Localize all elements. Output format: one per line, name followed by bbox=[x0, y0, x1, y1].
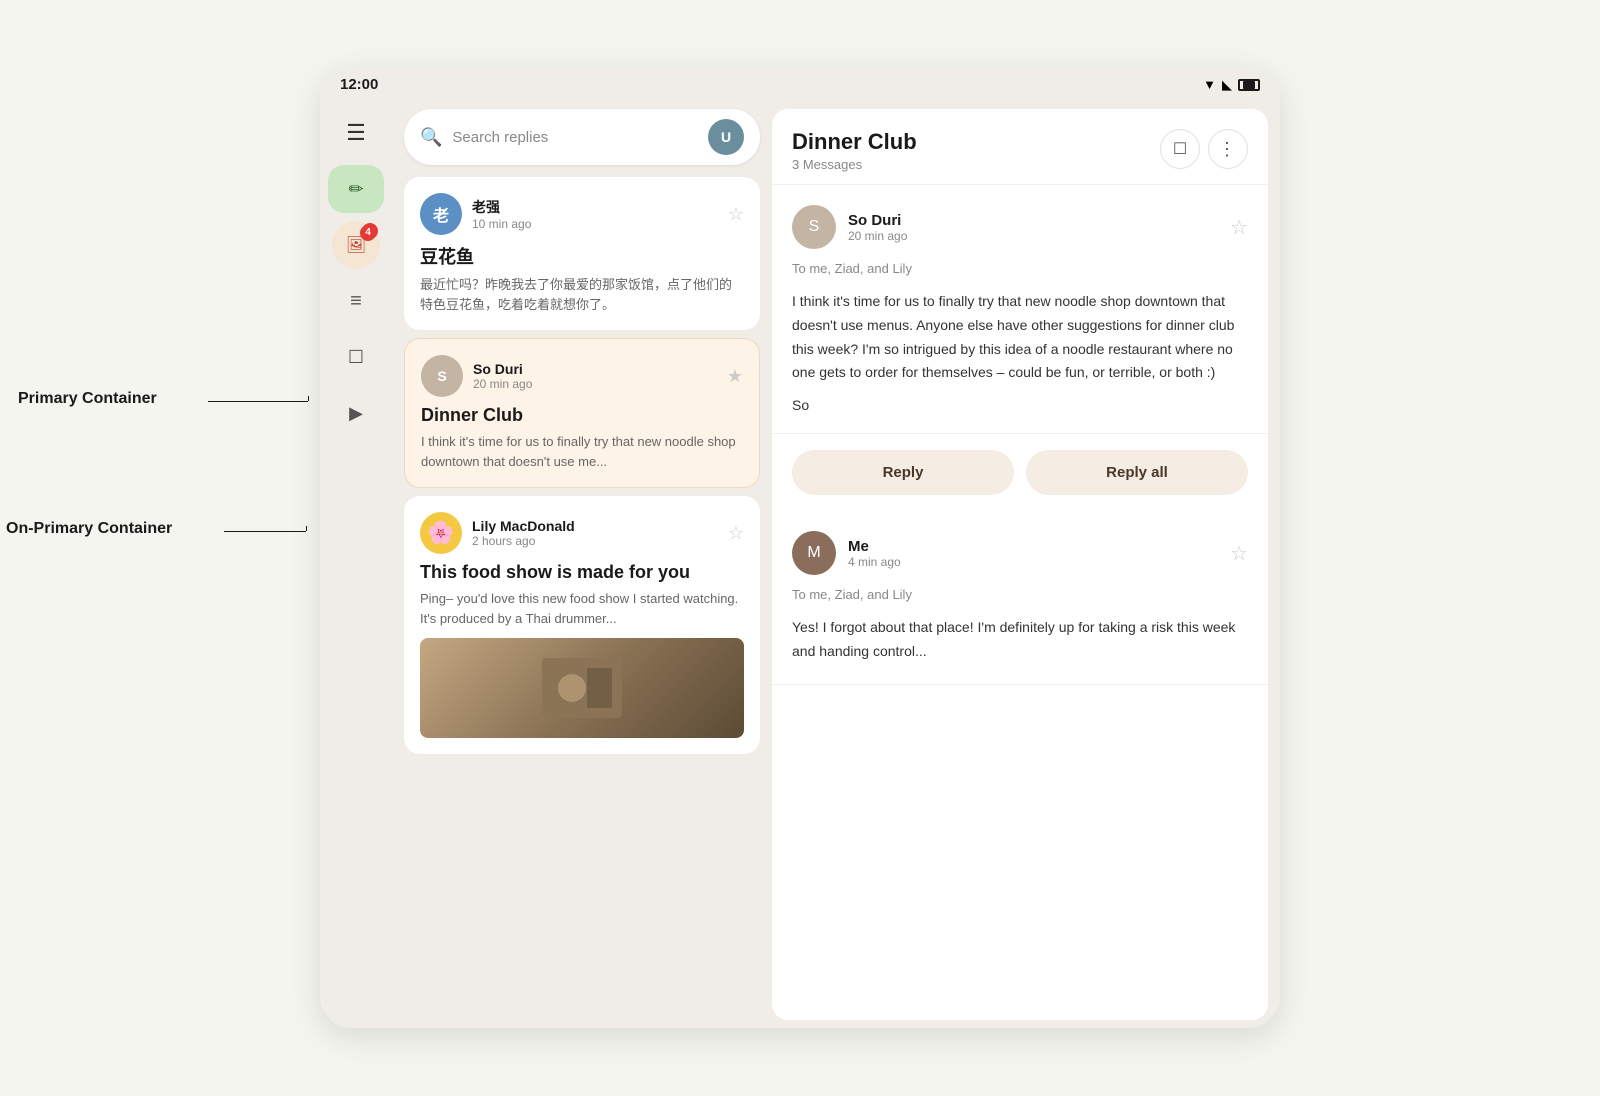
search-icon: 🔍 bbox=[420, 127, 442, 148]
star-icon[interactable]: ☆ bbox=[728, 204, 744, 225]
email-detail-title-group: Dinner Club 3 Messages bbox=[792, 129, 917, 172]
phone-frame: 12:00 ▼ ◢ ☰ ✏ 🖼 4 ≡ bbox=[320, 68, 1280, 1028]
message-sender-soduri: So Duri 20 min ago bbox=[848, 212, 1218, 243]
more-options-button[interactable]: ⋮ bbox=[1208, 129, 1248, 169]
reply-actions: Reply Reply all bbox=[772, 434, 1268, 511]
email-avatar-laojian: 老 bbox=[420, 193, 462, 235]
email-list-panel: 🔍 Search replies U 老 老强 10 min bbox=[392, 101, 772, 1028]
message-body-me: Yes! I forgot about that place! I'm defi… bbox=[792, 616, 1248, 664]
email-time-soduri: 20 min ago bbox=[473, 377, 717, 391]
expand-button[interactable]: ☐ bbox=[1160, 129, 1200, 169]
star-icon-lily[interactable]: ☆ bbox=[728, 523, 744, 544]
message-header-me: M Me 4 min ago ☆ bbox=[792, 531, 1248, 575]
email-list: 老 老强 10 min ago ☆ 豆花鱼 最近忙吗？昨晚我去了你最爱的那家饭馆… bbox=[392, 173, 772, 1028]
message-header-soduri: S So Duri 20 min ago ☆ bbox=[792, 205, 1248, 249]
search-placeholder-text: Search replies bbox=[452, 129, 698, 146]
main-content: ☰ ✏ 🖼 4 ≡ ☐ ▶ 🔍 Search replies bbox=[320, 101, 1280, 1028]
sidebar-item-notes[interactable]: ≡ bbox=[332, 277, 380, 325]
email-detail-title: Dinner Club bbox=[792, 129, 917, 155]
email-detail-panel: Dinner Club 3 Messages ☐ ⋮ S bbox=[772, 109, 1268, 1020]
message-sender-me: Me 4 min ago bbox=[848, 538, 1218, 569]
email-sender-name-soduri: So Duri bbox=[473, 361, 717, 377]
email-preview-soduri: I think it's time for us to finally try … bbox=[421, 432, 743, 471]
email-preview-lily: Ping– you'd love this new food show I st… bbox=[420, 589, 744, 628]
annotation-primary-container: Primary Container bbox=[18, 390, 157, 408]
email-card-laojian[interactable]: 老 老强 10 min ago ☆ 豆花鱼 最近忙吗？昨晚我去了你最爱的那家饭馆… bbox=[404, 177, 760, 330]
email-subject: 豆花鱼 bbox=[420, 243, 744, 269]
message-sender-name-soduri: So Duri bbox=[848, 212, 1218, 229]
email-sender-info: 老强 10 min ago bbox=[472, 197, 718, 231]
message-avatar-me: M bbox=[792, 531, 836, 575]
message-signature-soduri: So bbox=[792, 397, 1248, 413]
avatar-initial: U bbox=[721, 129, 731, 145]
message-item-me: M Me 4 min ago ☆ To me, Ziad, and Lily Y… bbox=[772, 511, 1268, 685]
email-detail-body: S So Duri 20 min ago ☆ To me, Ziad, and … bbox=[772, 185, 1268, 1020]
email-sender-name: 老强 bbox=[472, 197, 718, 217]
reply-all-button[interactable]: Reply all bbox=[1026, 450, 1248, 495]
message-item-soduri: S So Duri 20 min ago ☆ To me, Ziad, and … bbox=[772, 185, 1268, 434]
email-sender-name-lily: Lily MacDonald bbox=[472, 518, 718, 534]
email-card-lily[interactable]: 🌸 Lily MacDonald 2 hours ago ☆ This food… bbox=[404, 496, 760, 754]
email-avatar-soduri: S bbox=[421, 355, 463, 397]
email-detail-subtitle: 3 Messages bbox=[792, 157, 917, 172]
email-image-inner bbox=[420, 638, 744, 738]
message-to-me: To me, Ziad, and Lily bbox=[792, 587, 1248, 602]
message-avatar-soduri: S bbox=[792, 205, 836, 249]
notification-icon: 🖼 bbox=[346, 235, 366, 255]
search-bar[interactable]: 🔍 Search replies U bbox=[404, 109, 760, 165]
sidebar-item-notifications[interactable]: 🖼 4 bbox=[332, 221, 380, 269]
message-time-me: 4 min ago bbox=[848, 555, 1218, 569]
message-time-soduri: 20 min ago bbox=[848, 229, 1218, 243]
compose-icon: ✏ bbox=[348, 179, 363, 200]
email-subject-soduri: Dinner Club bbox=[421, 405, 743, 426]
message-star-me[interactable]: ☆ bbox=[1230, 541, 1248, 566]
badge: 4 bbox=[362, 223, 378, 239]
wifi-icon: ▼ bbox=[1203, 77, 1216, 92]
email-card-soduri[interactable]: S So Duri 20 min ago ★ Dinner Club I thi… bbox=[404, 338, 760, 488]
email-detail-actions: ☐ ⋮ bbox=[1160, 129, 1248, 169]
message-star-soduri[interactable]: ☆ bbox=[1230, 215, 1248, 240]
message-to-soduri: To me, Ziad, and Lily bbox=[792, 261, 1248, 276]
star-icon-soduri[interactable]: ★ bbox=[727, 366, 743, 387]
status-time: 12:00 bbox=[340, 76, 378, 93]
email-subject-lily: This food show is made for you bbox=[420, 562, 744, 583]
food-show-thumbnail bbox=[542, 658, 622, 718]
reply-button[interactable]: Reply bbox=[792, 450, 1014, 495]
email-sender-info-lily: Lily MacDonald 2 hours ago bbox=[472, 518, 718, 548]
email-image-preview bbox=[420, 638, 744, 738]
sidebar-item-compose[interactable]: ✏ bbox=[328, 165, 384, 213]
sidebar-item-video[interactable]: ▶ bbox=[332, 389, 380, 437]
email-avatar-lily: 🌸 bbox=[420, 512, 462, 554]
signal-icon: ◢ bbox=[1222, 77, 1232, 93]
email-sender-info-soduri: So Duri 20 min ago bbox=[473, 361, 717, 391]
sidebar: ☰ ✏ 🖼 4 ≡ ☐ ▶ bbox=[320, 101, 392, 1028]
page-wrapper: Primary Container On-Primary Container 1… bbox=[0, 0, 1600, 1096]
message-sender-name-me: Me bbox=[848, 538, 1218, 555]
sidebar-item-menu[interactable]: ☰ bbox=[332, 109, 380, 157]
email-preview: 最近忙吗？昨晚我去了你最爱的那家饭馆，点了他们的特色豆花鱼，吃着吃着就想你了。 bbox=[420, 275, 744, 314]
status-bar: 12:00 ▼ ◢ bbox=[320, 68, 1280, 101]
email-time: 10 min ago bbox=[472, 217, 718, 231]
user-avatar[interactable]: U bbox=[708, 119, 744, 155]
battery-icon bbox=[1238, 79, 1260, 91]
email-detail-header: Dinner Club 3 Messages ☐ ⋮ bbox=[772, 109, 1268, 185]
email-time-lily: 2 hours ago bbox=[472, 534, 718, 548]
message-body-soduri: I think it's time for us to finally try … bbox=[792, 290, 1248, 385]
annotation-on-primary-container: On-Primary Container bbox=[6, 520, 172, 538]
sidebar-item-chat[interactable]: ☐ bbox=[332, 333, 380, 381]
status-icons: ▼ ◢ bbox=[1203, 77, 1260, 93]
